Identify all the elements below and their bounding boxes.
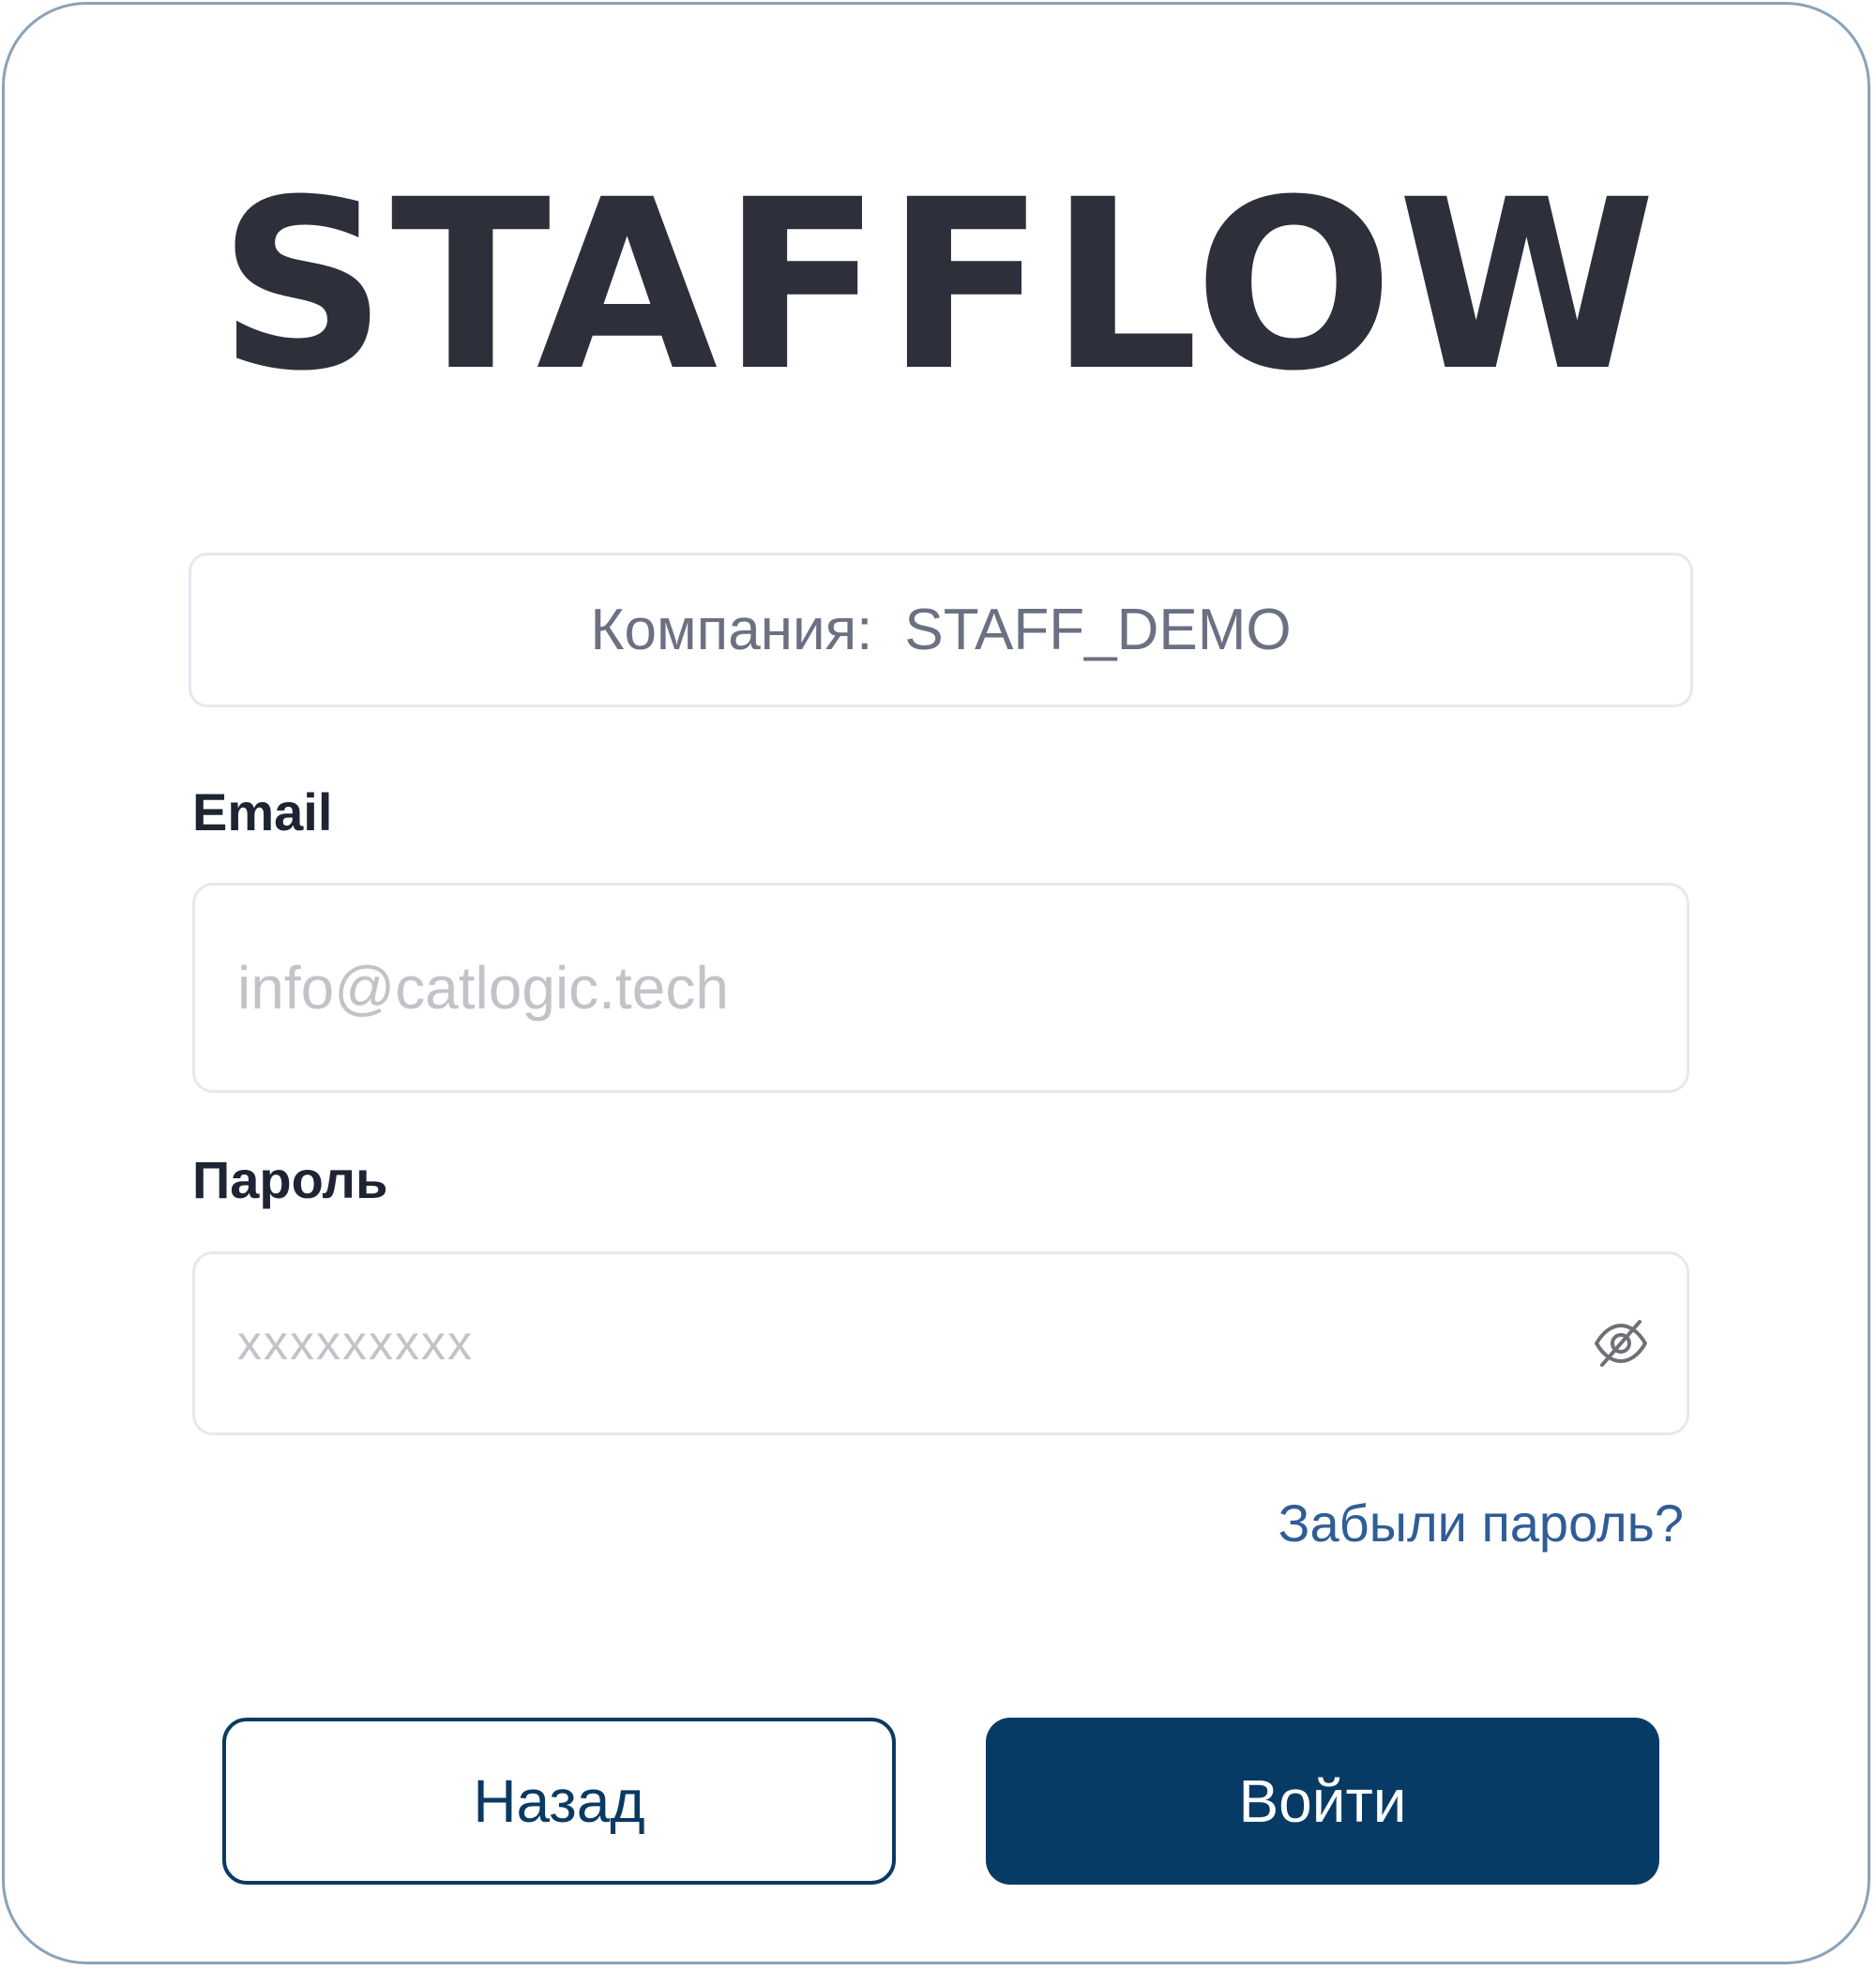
eye-off-icon[interactable] (1593, 1318, 1649, 1369)
company-label: Компания: (590, 598, 873, 662)
back-button[interactable]: Назад (222, 1718, 896, 1885)
login-card: STAFFLOW Компания: STAFF_DEMO Email Паро… (2, 2, 1870, 1964)
email-field-container[interactable] (192, 883, 1689, 1093)
stafflow-logo: STAFFLOW (218, 149, 1660, 422)
company-value: STAFF_DEMO (904, 598, 1292, 662)
email-label: Email (192, 782, 333, 841)
password-field-container[interactable] (192, 1251, 1689, 1435)
company-indicator: Компания: STAFF_DEMO (189, 553, 1693, 707)
password-input[interactable] (237, 1254, 1532, 1432)
password-label: Пароль (192, 1150, 388, 1209)
email-input[interactable] (237, 886, 1532, 1090)
login-button[interactable]: Войти (986, 1718, 1659, 1885)
forgot-password-link[interactable]: Забыли пароль? (1278, 1493, 1684, 1553)
